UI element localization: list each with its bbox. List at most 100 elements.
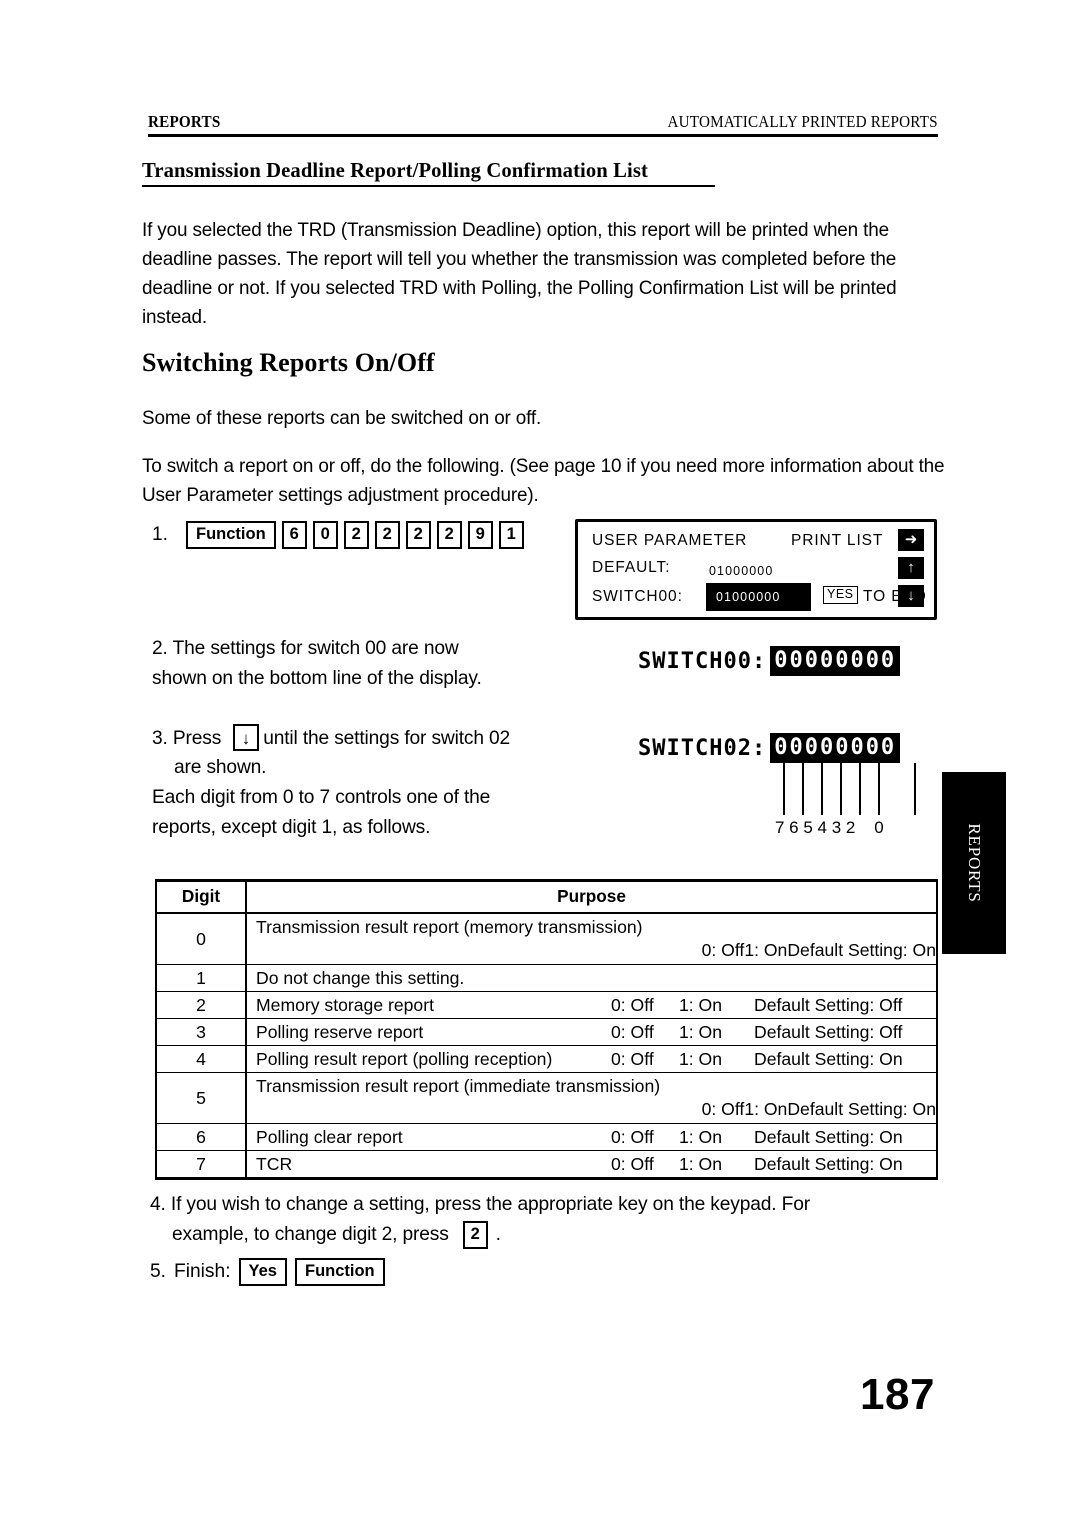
- header-rule: [148, 134, 938, 137]
- key-2-c[interactable]: 2: [405, 521, 431, 549]
- table-row: 2 Memory storage report 0: Off 1: On Def…: [155, 991, 938, 1019]
- leader-line-6: [802, 763, 804, 815]
- table-header-row: Digit Purpose: [155, 879, 938, 914]
- key-0[interactable]: 0: [312, 521, 338, 549]
- key-function[interactable]: Function: [186, 521, 276, 549]
- step-2: 2. The settings for switch 00 are now sh…: [152, 634, 582, 694]
- step-2-number: 2.: [152, 638, 168, 659]
- lcd-yes-key[interactable]: YES: [823, 586, 858, 604]
- lcd-switch02-display: SWITCH02: 00000000: [638, 733, 901, 763]
- option-default: Default Setting: On: [787, 940, 936, 960]
- cell-digit: 6: [155, 1123, 247, 1151]
- lcd-switch00-display: SWITCH00: 00000000: [638, 646, 901, 676]
- cell-digit: 4: [155, 1045, 247, 1073]
- key-1[interactable]: 1: [498, 521, 524, 549]
- side-tab-label: REPORTS: [965, 823, 984, 903]
- step-2-text: The settings for switch 00 are now shown…: [152, 638, 482, 689]
- step-4: 4. If you wish to change a setting, pres…: [150, 1190, 950, 1250]
- arrow-down-icon[interactable]: ↓: [898, 585, 924, 607]
- leader-line-4: [840, 763, 842, 815]
- option-off: 0: Off: [611, 1021, 654, 1042]
- purpose-inner: Do not change this setting.: [256, 968, 936, 989]
- option-off: 0: Off: [701, 940, 745, 960]
- side-tab-reports: REPORTS: [942, 772, 1006, 954]
- key-2-b[interactable]: 2: [374, 521, 400, 549]
- table-row: 5 Transmission result report (immediate …: [155, 1072, 938, 1124]
- step-3-text-before: Press: [172, 728, 222, 749]
- cell-purpose: Polling clear report 0: Off 1: On Defaul…: [245, 1123, 938, 1151]
- arrow-up-icon[interactable]: ↑: [898, 557, 924, 579]
- step-4-text-2: example, to change digit 2, press: [172, 1224, 449, 1245]
- cell-purpose: Polling reserve report 0: Off 1: On Defa…: [245, 1018, 938, 1046]
- cell-digit: 7: [155, 1150, 247, 1180]
- cell-purpose: TCR 0: Off 1: On Default Setting: On: [245, 1150, 938, 1180]
- purpose-inner: Polling result report (polling reception…: [256, 1049, 936, 1070]
- step-1-number: 1.: [152, 523, 169, 545]
- key-arrow-down[interactable]: ↓: [233, 724, 259, 751]
- running-header-left: REPORTS: [148, 112, 221, 131]
- digit-callout-labels: 7 6 5 4 3 2 0: [775, 818, 884, 837]
- step-5: 5. Finish: Yes Function: [150, 1258, 385, 1286]
- option-off: 0: Off: [611, 1048, 654, 1069]
- option-off: 0: Off: [611, 1153, 654, 1174]
- key-function-finish[interactable]: Function: [294, 1258, 385, 1286]
- purpose-text: Memory storage report: [256, 994, 434, 1015]
- table-row: 4 Polling result report (polling recepti…: [155, 1045, 938, 1073]
- lcd-default-value: 01000000: [709, 564, 774, 578]
- purpose-inner: Polling reserve report 0: Off 1: On Defa…: [256, 1022, 936, 1043]
- key-2-d[interactable]: 2: [436, 521, 462, 549]
- purpose-options: 0: Off 1: On Default Setting: On: [256, 1097, 936, 1123]
- cell-purpose: Memory storage report 0: Off 1: On Defau…: [245, 991, 938, 1019]
- option-on: 1: On: [679, 1153, 723, 1174]
- lcd-switch-value: 01000000: [716, 590, 781, 604]
- lcd-print-list-label: PRINT LIST: [791, 532, 884, 549]
- cell-purpose: Transmission result report (immediate tr…: [245, 1072, 938, 1124]
- lcd-switch00-value: 00000000: [770, 646, 901, 676]
- purpose-text: TCR: [256, 1153, 293, 1174]
- key-yes[interactable]: Yes: [238, 1258, 287, 1286]
- table-row: 1 Do not change this setting.: [155, 964, 938, 992]
- arrow-right-icon[interactable]: ➜: [898, 529, 924, 551]
- key-2-example[interactable]: 2: [462, 1221, 488, 1249]
- table-row: 3 Polling reserve report 0: Off 1: On De…: [155, 1018, 938, 1046]
- leader-line-0: [914, 763, 916, 815]
- leader-line-5: [821, 763, 823, 815]
- option-default: Default Setting: On: [787, 1099, 936, 1119]
- running-header: REPORTS AUTOMATICALLY PRINTED REPORTS: [148, 112, 938, 132]
- purpose-options: 0: Off 1: On Default Setting: On: [611, 1127, 936, 1148]
- leader-line-7: [783, 763, 785, 815]
- option-default: Default Setting: On: [754, 1153, 903, 1174]
- key-2-a[interactable]: 2: [343, 521, 369, 549]
- cell-purpose: Transmission result report (memory trans…: [245, 912, 938, 965]
- step-5-label: Finish:: [174, 1260, 231, 1282]
- section-subheading: Transmission Deadline Report/Polling Con…: [142, 158, 648, 182]
- running-header-right: AUTOMATICALLY PRINTED REPORTS: [667, 112, 938, 131]
- step-5-number: 5.: [150, 1260, 167, 1282]
- step-4-period: .: [495, 1224, 501, 1245]
- option-default: Default Setting: On: [754, 1126, 903, 1147]
- step-1-key-sequence: Function 6 0 2 2 2 2 9 1: [186, 521, 524, 549]
- lcd-title: USER PARAMETER: [592, 532, 748, 549]
- purpose-options: 0: Off 1: On Default Setting: Off: [611, 995, 936, 1016]
- key-6[interactable]: 6: [281, 521, 307, 549]
- step-3-text-rest: are shown. Each digit from 0 to 7 contro…: [152, 757, 491, 838]
- table-row: 0 Transmission result report (memory tra…: [155, 912, 938, 965]
- step-4-line-1: 4. If you wish to change a setting, pres…: [150, 1190, 950, 1220]
- step-1: 1. Function 6 0 2 2 2 2 9 1: [152, 521, 524, 549]
- key-9[interactable]: 9: [467, 521, 493, 549]
- intro-paragraph: If you selected the TRD (Transmission De…: [142, 220, 897, 328]
- column-header-digit: Digit: [155, 879, 247, 914]
- purpose-text: Transmission result report (memory trans…: [256, 917, 643, 937]
- step-3: 3. Press until the settings for switch 02: [152, 724, 582, 754]
- column-header-purpose: Purpose: [245, 879, 938, 914]
- option-off: 0: Off: [701, 1099, 745, 1119]
- purpose-text: Polling clear report: [256, 1126, 403, 1147]
- cell-digit: 1: [155, 964, 247, 992]
- option-on: 1: On: [679, 1048, 723, 1069]
- purpose-options: 0: Off 1: On Default Setting: On: [611, 1154, 936, 1175]
- option-on: 1: On: [679, 1021, 723, 1042]
- table-row: 6 Polling clear report 0: Off 1: On Defa…: [155, 1123, 938, 1151]
- step-3-text-after: until the settings for switch 02: [263, 728, 511, 749]
- purpose-text: Polling reserve report: [256, 1021, 424, 1042]
- page-title: Switching Reports On/Off: [142, 348, 435, 377]
